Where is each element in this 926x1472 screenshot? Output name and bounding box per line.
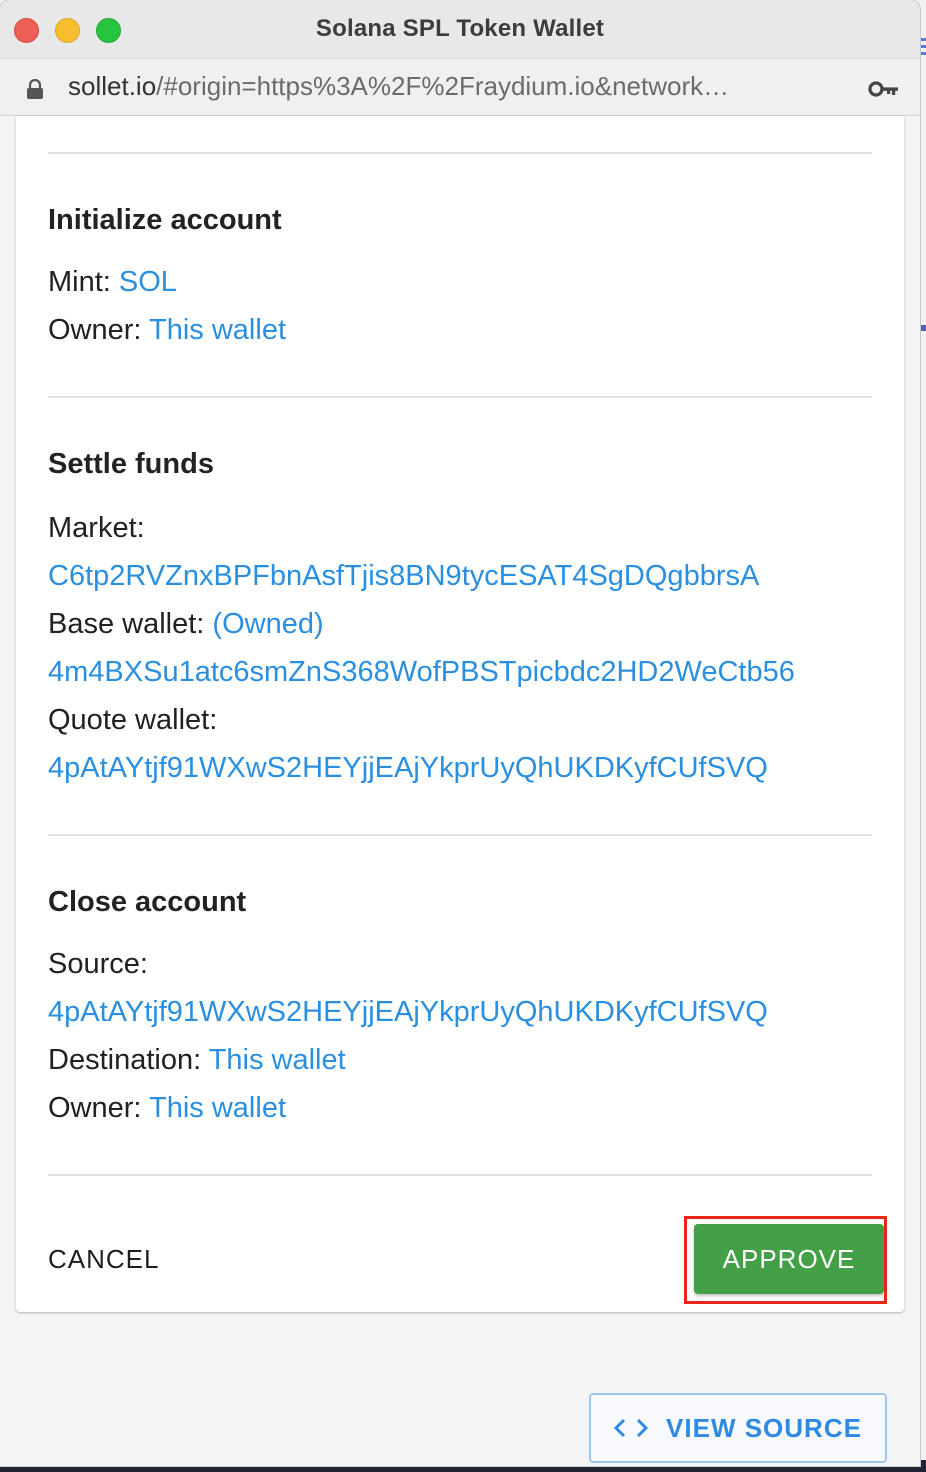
base-wallet-row: Base wallet: (Owned) — [48, 608, 324, 641]
background-menu-mark — [920, 38, 926, 41]
window-title: Solana SPL Token Wallet — [315, 15, 605, 42]
quote-wallet-label: Quote wallet: — [48, 704, 218, 736]
owner-link[interactable]: This wallet — [149, 314, 286, 346]
zoom-window-button[interactable] — [96, 18, 121, 43]
mint-row: Mint: SOL — [48, 266, 177, 299]
code-icon — [614, 1418, 649, 1438]
section-title-initialize-account: Initialize account — [48, 204, 282, 236]
traffic-lights — [14, 18, 121, 43]
owner-row: Owner: This wallet — [48, 314, 286, 347]
background-page-edge — [920, 0, 926, 1472]
transaction-card: Initialize account Mint: SOL Owner: This… — [16, 116, 904, 1312]
owner-label: Owner: — [48, 314, 150, 346]
quote-wallet-address-link[interactable]: 4pAtAYtjf91WXwS2HEYjjEAjYkprUyQhUKDKyfCU… — [48, 752, 768, 785]
url-text[interactable]: sollet.io/#origin=https%3A%2F%2Fraydium.… — [68, 71, 729, 102]
background-accent-mark — [920, 325, 926, 331]
approve-button[interactable]: APPROVE — [694, 1224, 884, 1294]
close-window-button[interactable] — [14, 18, 39, 43]
mint-label: Mint: — [48, 266, 119, 298]
close-owner-label: Owner: — [48, 1092, 150, 1124]
base-wallet-address-link[interactable]: 4m4BXSu1atc6smZnS368WofPBSTpicbdc2HD2WeC… — [48, 656, 795, 689]
mint-link[interactable]: SOL — [119, 266, 177, 298]
base-wallet-label: Base wallet: — [48, 608, 213, 640]
source-address-link[interactable]: 4pAtAYtjf91WXwS2HEYjjEAjYkprUyQhUKDKyfCU… — [48, 996, 768, 1029]
lock-icon — [27, 79, 43, 99]
view-source-label: VIEW SOURCE — [666, 1412, 862, 1443]
address-bar[interactable]: sollet.io/#origin=https%3A%2F%2Fraydium.… — [0, 58, 920, 116]
key-icon[interactable] — [868, 79, 900, 99]
url-host: sollet.io — [68, 71, 157, 101]
section-title-settle-funds: Settle funds — [48, 448, 214, 480]
owned-tag[interactable]: (Owned) — [212, 608, 323, 640]
popup-window: Solana SPL Token Wallet sollet.io/#origi… — [0, 0, 920, 1466]
section-divider — [48, 834, 872, 836]
url-path: /#origin=https%3A%2F%2Fraydium.io&networ… — [156, 71, 730, 101]
market-label: Market: — [48, 512, 145, 544]
window-titlebar: Solana SPL Token Wallet — [0, 0, 920, 58]
close-owner-row: Owner: This wallet — [48, 1092, 286, 1125]
section-divider — [48, 152, 872, 154]
cancel-button[interactable]: CANCEL — [34, 1226, 174, 1292]
market-address-link[interactable]: C6tp2RVZnxBPFbnAsfTjis8BN9tycESAT4SgDQgb… — [48, 560, 759, 593]
destination-label: Destination: — [48, 1044, 209, 1076]
destination-link[interactable]: This wallet — [209, 1044, 346, 1076]
close-owner-link[interactable]: This wallet — [149, 1092, 286, 1124]
source-label: Source: — [48, 948, 148, 980]
minimize-window-button[interactable] — [55, 18, 80, 43]
destination-row: Destination: This wallet — [48, 1044, 346, 1077]
section-divider — [48, 1174, 872, 1176]
view-source-button[interactable]: VIEW SOURCE — [589, 1393, 887, 1463]
section-divider — [48, 396, 872, 398]
section-title-close-account: Close account — [48, 886, 247, 918]
